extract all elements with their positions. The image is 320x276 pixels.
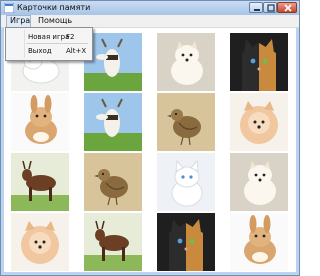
card-image	[157, 213, 215, 271]
menu-item-shortcut: F2	[66, 33, 75, 41]
card-puppy-fluffy[interactable]	[230, 93, 288, 151]
card-goat-standing[interactable]	[84, 213, 142, 271]
close-button[interactable]	[277, 2, 297, 13]
card-bird-quail[interactable]	[157, 93, 215, 151]
card-board	[4, 28, 296, 272]
card-cat-white[interactable]	[157, 153, 215, 211]
card-image	[11, 93, 69, 151]
card-puppy-fluffy[interactable]	[11, 213, 69, 271]
close-icon	[284, 4, 292, 12]
menu-game[interactable]: Игра	[6, 15, 31, 27]
menu-help[interactable]: Помощь	[35, 15, 75, 27]
card-image	[11, 153, 69, 211]
window-title: Карточки памяти	[17, 3, 91, 12]
card-bird-quail[interactable]	[84, 153, 142, 211]
game-menu-dropdown: Новая игра F2 Выход Alt+X	[5, 27, 93, 61]
menu-item-new-game[interactable]: Новая игра F2	[6, 31, 92, 43]
minimize-icon	[254, 9, 260, 11]
card-rabbit-ginger[interactable]	[230, 213, 288, 271]
card-image	[230, 93, 288, 151]
app-window: Карточки памяти Игра Помощь Новая игра F…	[0, 0, 300, 276]
menu-item-shortcut: Alt+X	[66, 47, 87, 55]
card-image	[157, 33, 215, 91]
card-goat-on-grass[interactable]	[84, 93, 142, 151]
menu-item-label: Выход	[28, 47, 52, 55]
menu-separator	[26, 43, 88, 44]
card-image	[230, 153, 288, 211]
card-image	[157, 93, 215, 151]
card-image	[84, 153, 142, 211]
card-image	[230, 33, 288, 91]
card-puppy-white[interactable]	[157, 33, 215, 91]
maximize-button[interactable]	[263, 2, 277, 13]
app-icon	[4, 3, 14, 13]
card-goat-standing[interactable]	[11, 153, 69, 211]
card-image	[84, 213, 142, 271]
card-puppy-white[interactable]	[230, 153, 288, 211]
maximize-icon	[267, 4, 275, 12]
card-cat-two-tone[interactable]	[230, 33, 288, 91]
card-image	[11, 213, 69, 271]
menu-item-label: Новая игра	[28, 33, 70, 41]
card-image	[84, 93, 142, 151]
card-rabbit-ginger[interactable]	[11, 93, 69, 151]
minimize-button[interactable]	[249, 2, 263, 13]
menu-item-exit[interactable]: Выход Alt+X	[6, 45, 92, 57]
card-cat-two-tone[interactable]	[157, 213, 215, 271]
card-image	[230, 213, 288, 271]
title-bar[interactable]: Карточки памяти	[1, 1, 299, 15]
card-image	[157, 153, 215, 211]
